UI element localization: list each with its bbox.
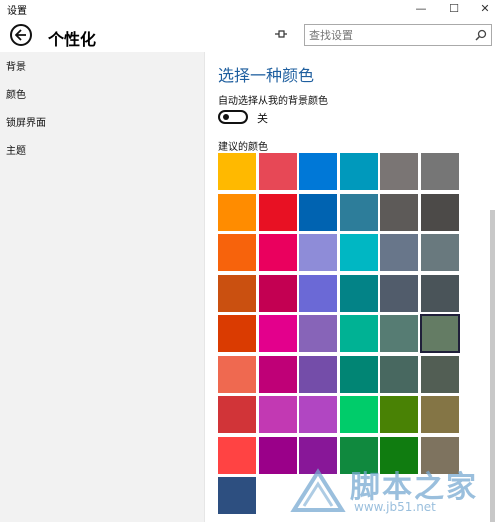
color-swatch[interactable] xyxy=(258,193,297,231)
color-swatch[interactable] xyxy=(299,193,337,231)
color-swatch[interactable] xyxy=(218,355,256,393)
page-title: 个性化 xyxy=(48,30,97,49)
color-swatch[interactable] xyxy=(339,355,378,393)
toggle-knob xyxy=(223,114,229,120)
sidebar-item-themes[interactable]: 主题 xyxy=(6,142,26,157)
color-swatch[interactable] xyxy=(339,274,378,312)
minimize-button[interactable]: — xyxy=(406,0,436,18)
color-swatch[interactable] xyxy=(258,315,297,352)
search-input[interactable] xyxy=(309,27,469,43)
color-swatch[interactable] xyxy=(380,355,418,393)
color-swatch[interactable] xyxy=(218,315,256,352)
watermark: 脚本之家 www.jb51.net xyxy=(290,462,500,522)
color-swatch[interactable] xyxy=(299,355,337,393)
color-swatch[interactable] xyxy=(419,314,460,353)
color-swatch[interactable] xyxy=(339,153,378,190)
color-swatch[interactable] xyxy=(258,274,297,312)
sidebar-item-lock-screen[interactable]: 锁屏界面 xyxy=(6,114,46,129)
color-swatch[interactable] xyxy=(420,274,459,312)
color-swatch[interactable] xyxy=(218,477,256,514)
sidebar-nav: 背景 颜色 锁屏界面 主题 xyxy=(0,52,204,522)
color-swatch[interactable] xyxy=(218,396,256,433)
color-swatch[interactable] xyxy=(218,234,256,271)
window-title-bar: 设置 — ☐ ✕ xyxy=(0,0,500,18)
sidebar-item-colors[interactable]: 颜色 xyxy=(6,86,26,101)
close-button[interactable]: ✕ xyxy=(470,0,500,18)
color-swatch[interactable] xyxy=(218,274,256,312)
color-swatch[interactable] xyxy=(380,193,418,231)
color-swatch[interactable] xyxy=(420,193,459,231)
color-swatch[interactable] xyxy=(380,396,418,433)
color-swatch[interactable] xyxy=(299,315,337,352)
maximize-button[interactable]: ☐ xyxy=(439,0,469,18)
color-swatch[interactable] xyxy=(258,396,297,433)
auto-pick-toggle[interactable] xyxy=(218,110,248,124)
window-title: 设置 xyxy=(7,6,27,17)
toggle-state-label: 关 xyxy=(257,112,268,125)
suggested-colors-label: 建议的颜色 xyxy=(218,142,268,153)
color-swatch[interactable] xyxy=(258,234,297,271)
color-swatch[interactable] xyxy=(339,234,378,271)
pin-icon[interactable] xyxy=(274,27,288,41)
header: 个性化 xyxy=(0,18,500,52)
color-swatch[interactable] xyxy=(299,153,337,190)
search-box[interactable] xyxy=(304,24,492,46)
back-arrow-icon xyxy=(15,29,26,41)
color-swatch[interactable] xyxy=(258,153,297,190)
color-swatch[interactable] xyxy=(299,274,337,312)
back-button[interactable] xyxy=(10,24,32,46)
auto-pick-label: 自动选择从我的背景颜色 xyxy=(218,96,328,107)
color-swatch[interactable] xyxy=(218,153,256,190)
color-swatch[interactable] xyxy=(380,315,418,352)
color-swatch[interactable] xyxy=(339,315,378,352)
color-swatch[interactable] xyxy=(380,234,418,271)
color-swatch[interactable] xyxy=(380,153,418,190)
color-swatch[interactable] xyxy=(339,193,378,231)
color-swatch[interactable] xyxy=(420,355,459,393)
watermark-url: www.jb51.net xyxy=(354,500,436,514)
color-swatch[interactable] xyxy=(420,396,459,433)
color-swatch[interactable] xyxy=(218,193,256,231)
color-swatch[interactable] xyxy=(258,355,297,393)
color-swatch[interactable] xyxy=(420,234,459,271)
color-swatch[interactable] xyxy=(299,234,337,271)
color-swatch[interactable] xyxy=(380,274,418,312)
watermark-logo-icon xyxy=(290,468,346,512)
section-title: 选择一种颜色 xyxy=(218,66,315,85)
sidebar-item-background[interactable]: 背景 xyxy=(6,58,26,73)
color-swatch[interactable] xyxy=(339,396,378,433)
color-swatch[interactable] xyxy=(420,153,459,190)
search-icon[interactable] xyxy=(475,29,487,41)
color-swatch[interactable] xyxy=(299,396,337,433)
main-content: 选择一种颜色 自动选择从我的背景颜色 关 建议的颜色 xyxy=(205,52,500,522)
color-swatch[interactable] xyxy=(218,436,256,474)
